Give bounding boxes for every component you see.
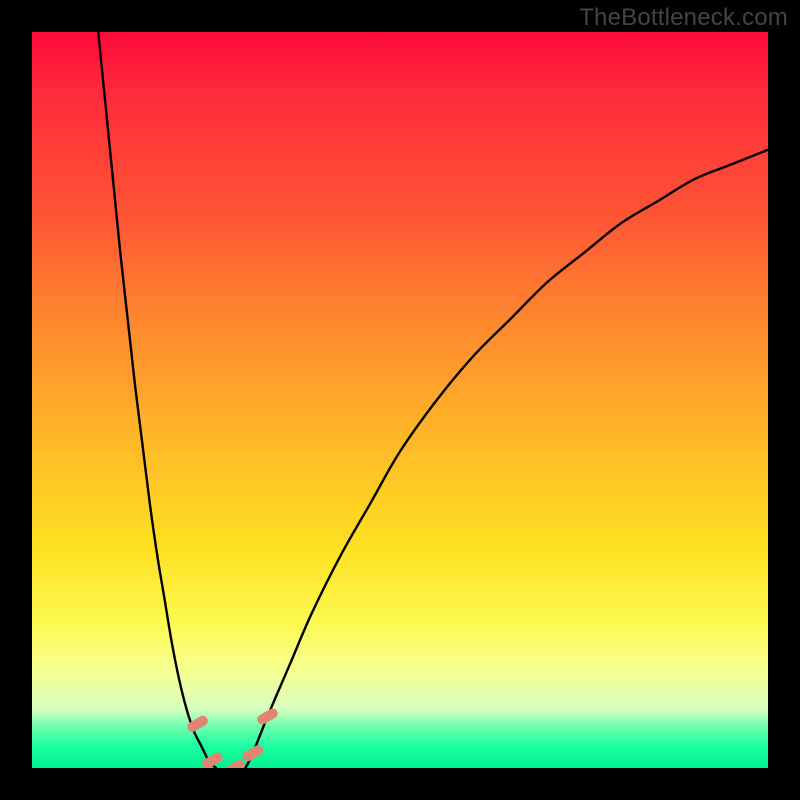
mid-marker-shape (222, 758, 246, 768)
right-marker-bottom (241, 743, 265, 763)
curve-right-curve (245, 150, 768, 768)
plot-area (32, 32, 768, 768)
curve-left-curve (98, 32, 216, 768)
right-marker-top-shape (255, 707, 279, 727)
right-marker-bottom-shape (241, 743, 265, 763)
watermark-text: TheBottleneck.com (579, 4, 788, 32)
chart-svg (32, 32, 768, 768)
mid-marker (222, 758, 246, 768)
chart-container: TheBottleneck.com (0, 0, 800, 800)
right-marker-top (255, 707, 279, 727)
series-group (98, 32, 768, 768)
marker-group (186, 707, 280, 768)
